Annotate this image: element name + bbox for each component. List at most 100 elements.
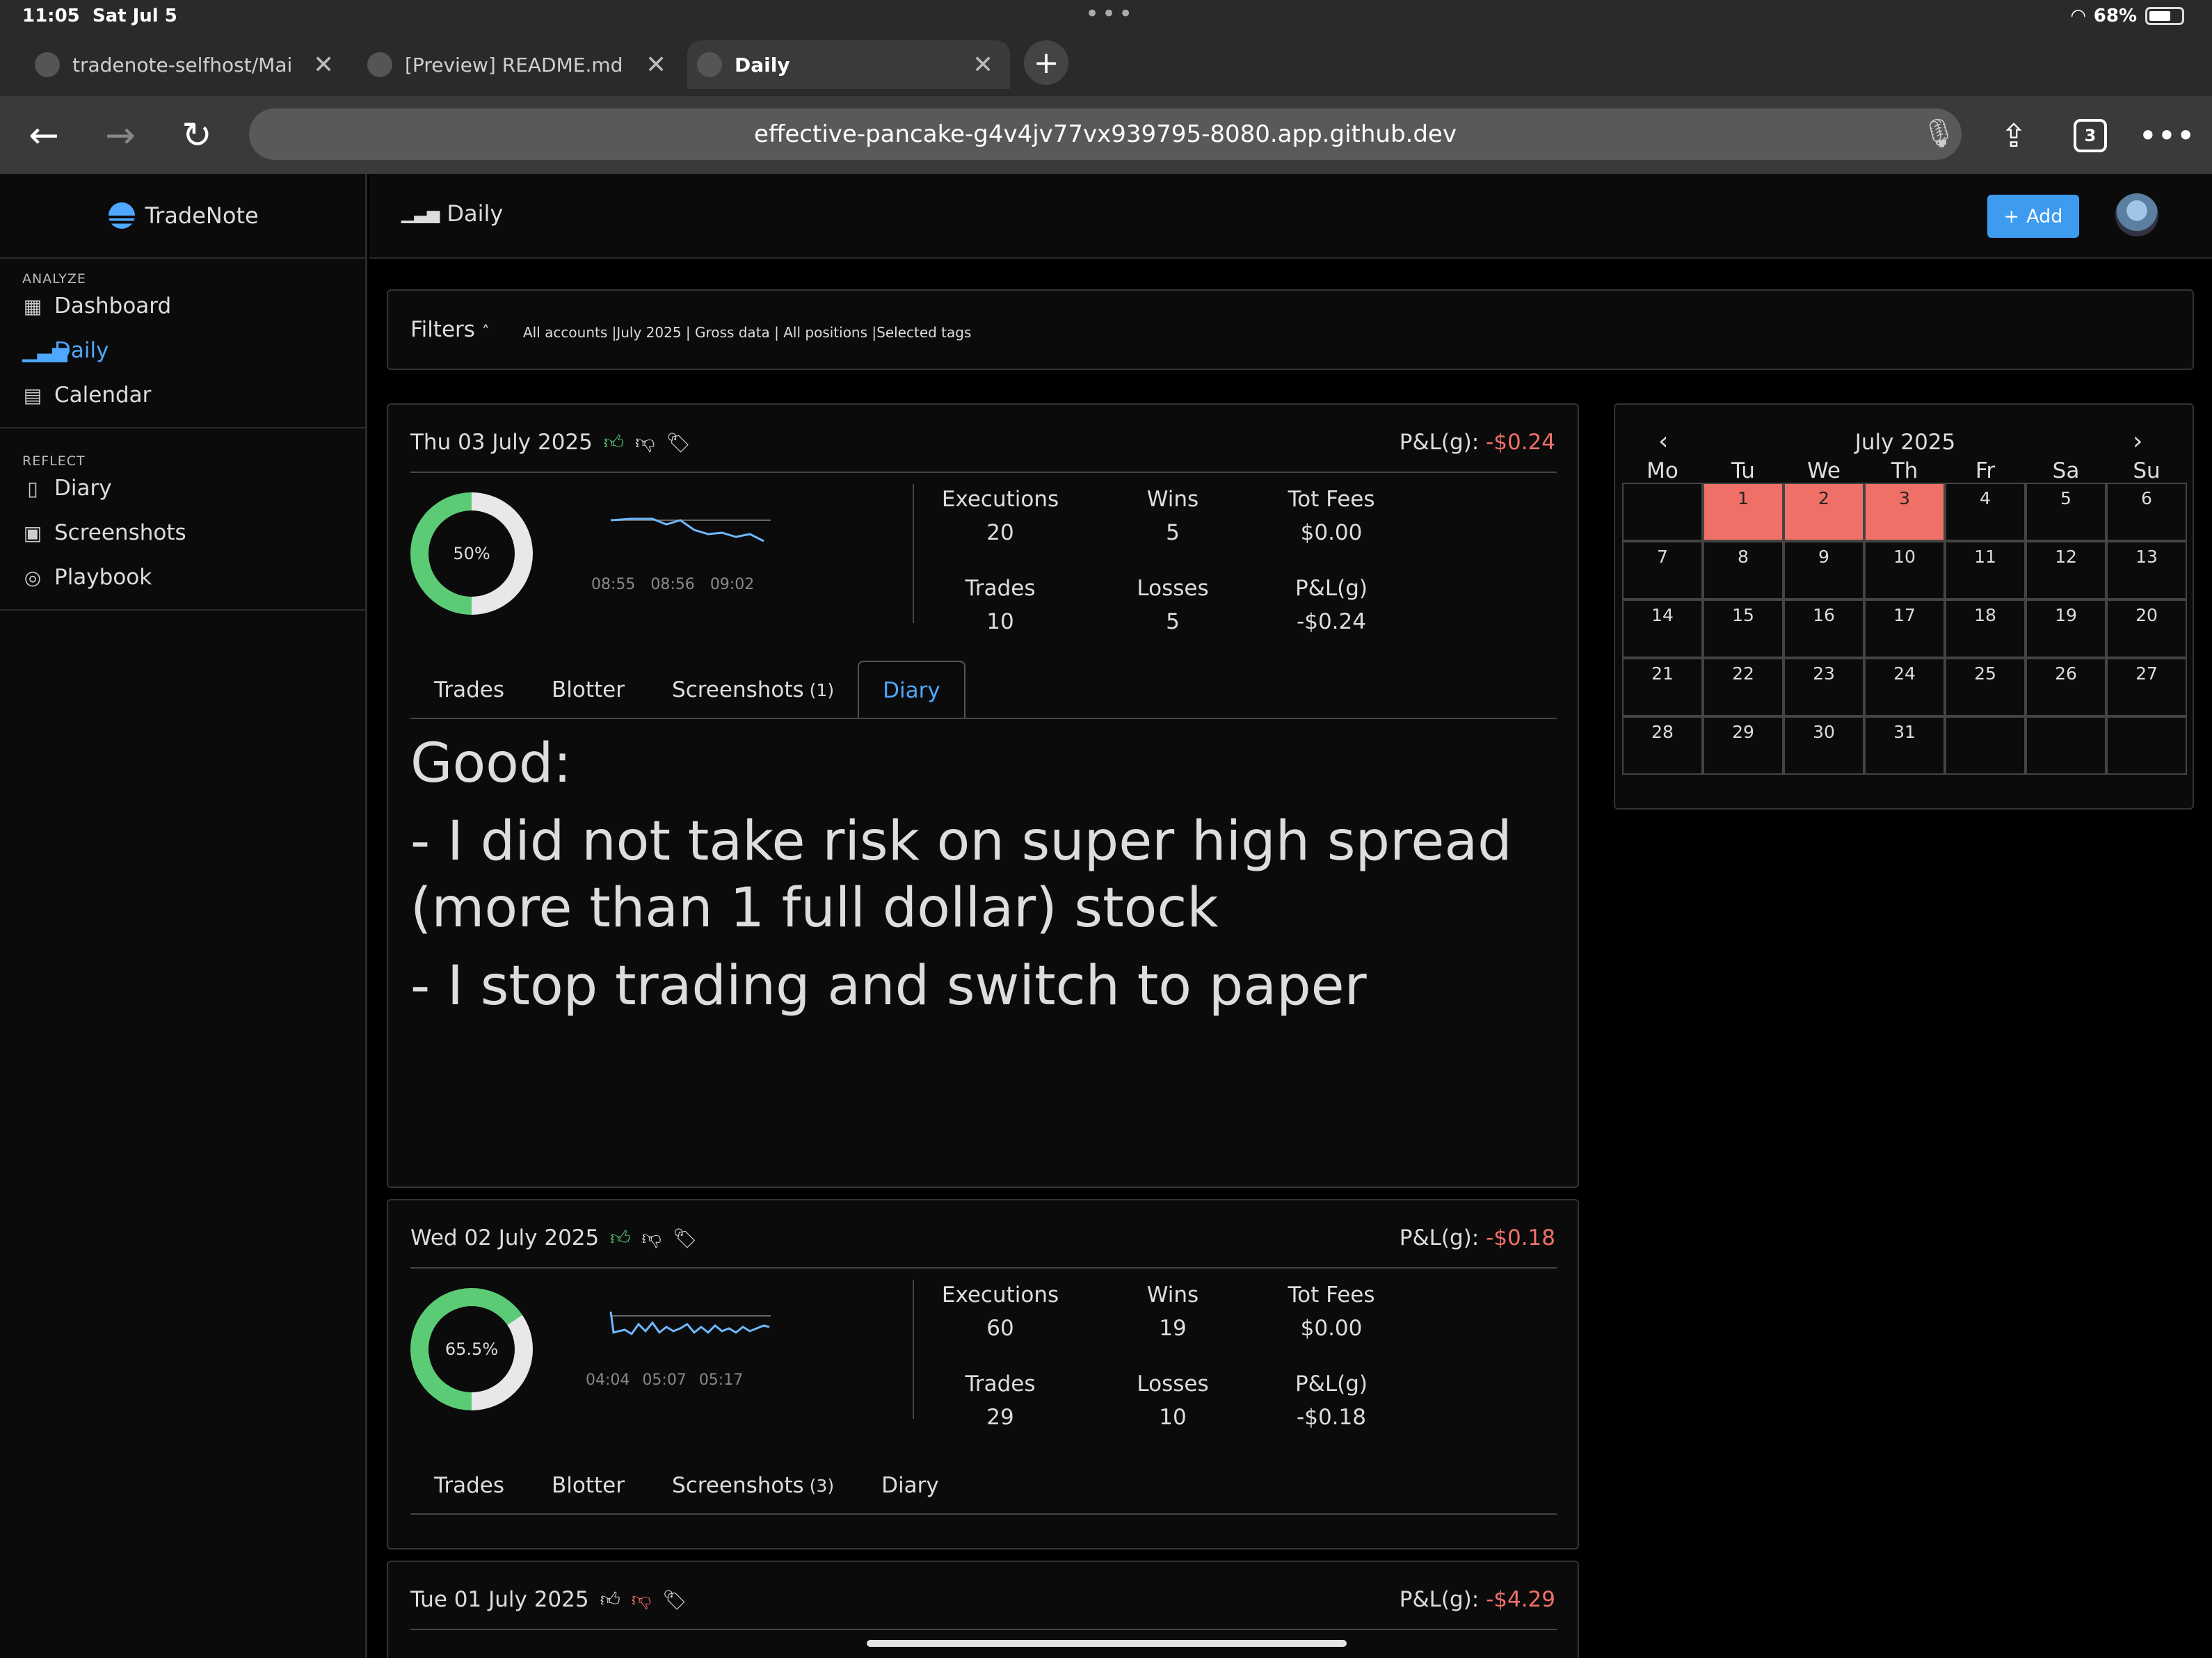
- sidebar-item-playbook[interactable]: ◎ Playbook: [22, 565, 152, 590]
- calendar-day[interactable]: 26: [2026, 658, 2106, 716]
- sidebar-item-dashboard[interactable]: ▦ Dashboard: [22, 293, 171, 319]
- back-button[interactable]: ←: [19, 111, 68, 160]
- calendar-day[interactable]: 2: [1784, 483, 1864, 541]
- tab-blotter[interactable]: Blotter: [528, 661, 648, 719]
- filters-panel[interactable]: Filters ˄ All accounts |July 2025 | Gros…: [387, 289, 2194, 370]
- stat-label: Tot Fees: [1288, 1282, 1375, 1307]
- filters-label: Filters: [410, 317, 475, 342]
- tab-diary[interactable]: Diary: [858, 1456, 963, 1515]
- wifi-icon: ◠: [2071, 6, 2085, 26]
- calendar-day[interactable]: 27: [2106, 658, 2187, 716]
- browser-tab-1[interactable]: tradenote-selfhost/Mai ✕: [25, 40, 345, 89]
- browser-nav-bar: ← → ↻ effective-pancake-g4v4jv77vx939795…: [0, 96, 2212, 174]
- section-header-reflect: REFLECT: [22, 453, 86, 469]
- calendar-day[interactable]: 22: [1703, 658, 1784, 716]
- sidebar-item-diary[interactable]: ▯ Diary: [22, 476, 111, 501]
- filters-toggle[interactable]: Filters ˄: [410, 317, 490, 342]
- calendar-empty-cell: [1622, 483, 1703, 541]
- sidebar-item-screenshots[interactable]: ▣ Screenshots: [22, 520, 186, 545]
- calendar-day[interactable]: 12: [2026, 541, 2106, 599]
- sidebar-item-label: Calendar: [54, 383, 152, 408]
- chevron-up-icon: ˄: [481, 323, 490, 341]
- calendar-day[interactable]: 24: [1864, 658, 1945, 716]
- calendar-day[interactable]: 7: [1622, 541, 1703, 599]
- calendar-day[interactable]: 23: [1784, 658, 1864, 716]
- filters-summary: All accounts |July 2025 | Gross data | A…: [523, 324, 972, 341]
- section-header-analyze: ANALYZE: [22, 271, 86, 287]
- calendar-day[interactable]: 9: [1784, 541, 1864, 599]
- day-pnl: P&L(g): -$0.18: [1400, 1225, 1555, 1250]
- divider: [410, 718, 1557, 719]
- close-tab-icon[interactable]: ✕: [646, 51, 666, 79]
- calendar-day[interactable]: 20: [2106, 599, 2187, 658]
- calendar-day[interactable]: 4: [1945, 483, 2026, 541]
- calendar-day[interactable]: 10: [1864, 541, 1945, 599]
- address-bar[interactable]: effective-pancake-g4v4jv77vx939795-8080.…: [249, 108, 1962, 160]
- tab-screenshots[interactable]: Screenshots (3): [648, 1456, 858, 1515]
- microphone-icon[interactable]: 🎙: [1921, 117, 1957, 150]
- next-month-button[interactable]: ›: [2133, 427, 2142, 456]
- calendar-day[interactable]: 25: [1945, 658, 2026, 716]
- calendar-day[interactable]: 17: [1864, 599, 1945, 658]
- add-button[interactable]: + Add: [1987, 195, 2079, 238]
- calendar-day[interactable]: 28: [1622, 716, 1703, 775]
- tab-overview-button[interactable]: 3: [2066, 111, 2115, 160]
- sidebar-item-calendar[interactable]: ▤ Calendar: [22, 383, 152, 408]
- tab-trades[interactable]: Trades: [410, 661, 528, 719]
- brand[interactable]: TradeNote: [0, 174, 367, 259]
- close-tab-icon[interactable]: ✕: [972, 51, 993, 79]
- calendar-day[interactable]: 30: [1784, 716, 1864, 775]
- sidebar-item-label: Playbook: [54, 565, 152, 590]
- status-time: 11:05 Sat Jul 5: [22, 6, 177, 26]
- thumbs-down-icon[interactable]: 👎︎: [642, 1226, 662, 1250]
- calendar-day[interactable]: 11: [1945, 541, 2026, 599]
- weekday-header: Su: [2133, 458, 2161, 483]
- multitask-dots[interactable]: •••: [1085, 0, 1135, 28]
- calendar-day[interactable]: 16: [1784, 599, 1864, 658]
- tag-icon[interactable]: 🏷︎: [662, 1588, 687, 1611]
- pnl-label: P&L(g):: [1399, 1225, 1480, 1250]
- close-tab-icon[interactable]: ✕: [313, 51, 334, 79]
- calendar-day[interactable]: 19: [2026, 599, 2106, 658]
- tab-trades[interactable]: Trades: [410, 1456, 528, 1515]
- tab-screenshots[interactable]: Screenshots (1): [648, 661, 858, 719]
- new-tab-button[interactable]: +: [1024, 40, 1068, 85]
- stat-executions: Executions 20: [917, 483, 1084, 549]
- grid-icon: ▦: [23, 294, 42, 318]
- thumbs-up-icon[interactable]: 👍︎: [600, 1588, 620, 1611]
- day-card: Thu 03 July 2025 👍︎ 👎︎ 🏷︎ P&L(g): -$0.24…: [387, 403, 1579, 1188]
- day-date: Thu 03 July 2025: [410, 430, 593, 455]
- calendar-day[interactable]: 29: [1703, 716, 1784, 775]
- calendar-day[interactable]: 15: [1703, 599, 1784, 658]
- calendar-day[interactable]: 5: [2026, 483, 2106, 541]
- calendar-day[interactable]: 6: [2106, 483, 2187, 541]
- more-menu-button[interactable]: •••: [2138, 111, 2195, 160]
- browser-tab-3[interactable]: Daily ✕: [687, 40, 1010, 89]
- calendar-day[interactable]: 31: [1864, 716, 1945, 775]
- stat-value: -$0.24: [1297, 609, 1366, 634]
- tag-icon[interactable]: 🏷︎: [666, 431, 691, 454]
- browser-tab-2[interactable]: [Preview] README.md ✕: [358, 40, 678, 89]
- calendar-day[interactable]: 18: [1945, 599, 2026, 658]
- calendar-day[interactable]: 3: [1864, 483, 1945, 541]
- avatar[interactable]: [2115, 193, 2158, 236]
- stat-pnl: P&L(g) -$0.18: [1248, 1367, 1415, 1434]
- calendar-day[interactable]: 14: [1622, 599, 1703, 658]
- calendar-day[interactable]: 1: [1703, 483, 1784, 541]
- thumbs-down-icon[interactable]: 👎︎: [632, 1588, 651, 1611]
- forward-button[interactable]: →: [96, 111, 145, 160]
- tab-diary[interactable]: Diary: [858, 661, 965, 719]
- thumbs-up-icon[interactable]: 👍︎: [604, 430, 624, 454]
- calendar-day[interactable]: 13: [2106, 541, 2187, 599]
- thumbs-down-icon[interactable]: 👎︎: [635, 430, 655, 454]
- tag-icon[interactable]: 🏷︎: [673, 1227, 698, 1250]
- thumbs-up-icon[interactable]: 👍︎: [610, 1226, 630, 1250]
- calendar-day[interactable]: 21: [1622, 658, 1703, 716]
- sidebar-item-daily[interactable]: ▁▃▅ Daily: [22, 338, 109, 363]
- calendar-day[interactable]: 8: [1703, 541, 1784, 599]
- tab-blotter[interactable]: Blotter: [528, 1456, 648, 1515]
- share-button[interactable]: ⇪: [1989, 111, 2038, 160]
- stat-label: Wins: [1146, 487, 1199, 512]
- sparkline-tick: 09:02: [710, 576, 755, 593]
- reload-button[interactable]: ↻: [173, 111, 221, 160]
